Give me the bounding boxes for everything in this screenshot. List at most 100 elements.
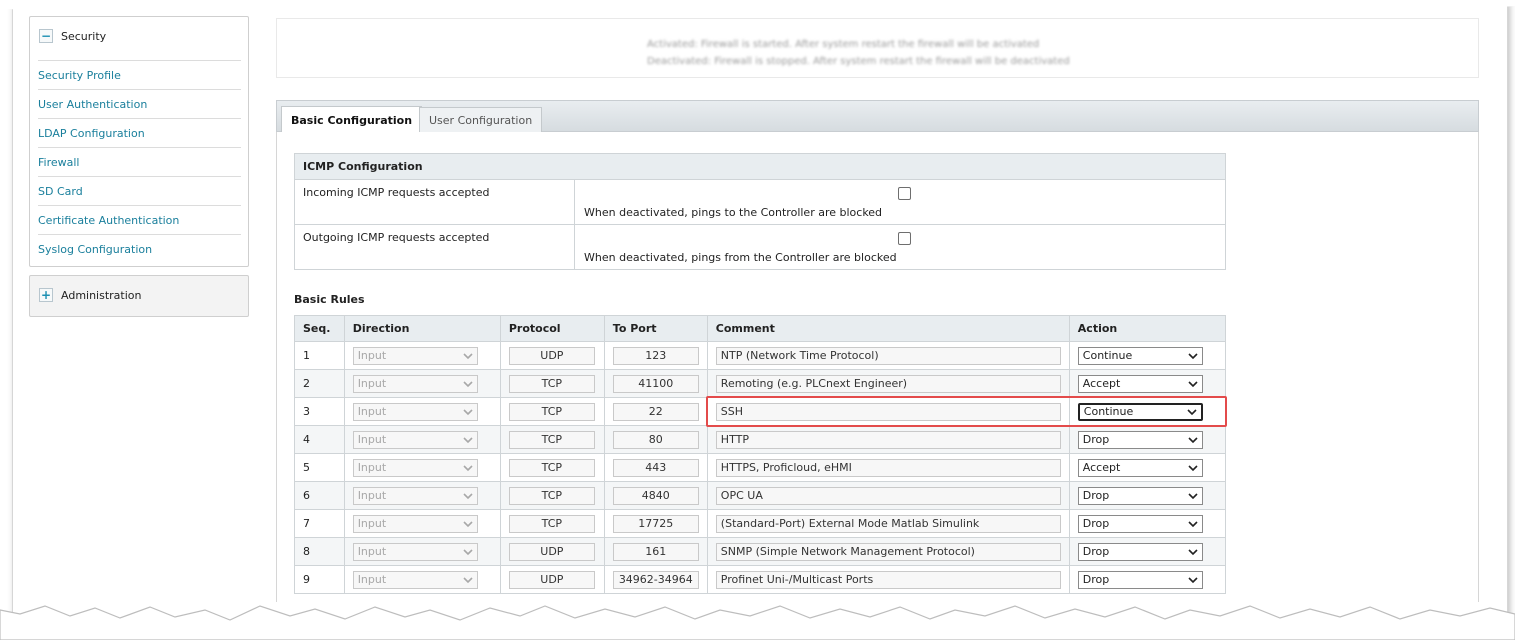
icmp-outgoing-hint: When deactivated, pings from the Control… [584,251,897,264]
nav-item-syslog-configuration[interactable]: Syslog Configuration [38,234,241,263]
tab-user-configuration[interactable]: User Configuration [419,107,543,132]
action-cell: Continue [1068,397,1227,426]
security-panel-header[interactable]: − Security [39,27,106,45]
protocol-cell: TCP [499,453,605,482]
table-row: 5 Input TCP 443 HTTPS, Proficloud, eHMI Accep… [294,453,1227,482]
action-select[interactable]: Drop [1077,542,1203,561]
action-value: Drop [1082,545,1110,558]
action-select[interactable]: Drop [1077,514,1203,533]
column-header-comment: Comment [706,315,1070,342]
chevron-down-icon [1188,492,1198,499]
collapse-icon[interactable]: − [39,29,53,43]
comment-cell: HTTP [706,425,1070,454]
column-header-action: Action [1068,315,1227,342]
icmp-incoming-value: When deactivated, pings to the Controlle… [574,179,1226,225]
port-field: 22 [612,402,699,421]
seq-cell: 7 [294,509,345,538]
info-line-activated: Activated: Firewall is started. After sy… [647,39,1040,50]
direction-select[interactable]: Input [352,346,478,365]
port-field: 161 [612,542,699,561]
direction-cell: Input [343,565,501,594]
icmp-row-outgoing: Outgoing ICMP requests accepted When dea… [294,224,1226,270]
chevron-down-icon [1188,464,1198,471]
torn-bottom-edge [0,605,1515,640]
administration-panel-title: Administration [61,288,142,302]
action-cell: Drop [1068,537,1227,566]
protocol-cell: UDP [499,341,605,370]
comment-cell: OPC UA [706,481,1070,510]
port-field: 4840 [612,486,699,505]
icmp-outgoing-checkbox[interactable] [898,232,911,245]
chevron-down-icon [463,576,473,583]
expand-icon[interactable]: + [39,288,53,302]
protocol-field: TCP [508,402,595,421]
chevron-down-icon [1188,436,1198,443]
table-row: 7 Input TCP 17725 (Standard-Port) External M… [294,509,1227,538]
direction-cell: Input [343,341,501,370]
direction-select[interactable]: Input [352,486,478,505]
seq-cell: 8 [294,537,345,566]
table-row: 1 Input UDP 123 NTP (Network Time Protocol) C… [294,341,1227,370]
protocol-field: TCP [508,514,595,533]
icmp-incoming-label: Incoming ICMP requests accepted [294,179,575,225]
action-value: Accept [1082,461,1121,474]
icmp-configuration-table: ICMP Configuration Incoming ICMP request… [294,153,1226,270]
seq-cell: 4 [294,425,345,454]
nav-item-firewall[interactable]: Firewall [38,147,241,176]
icmp-incoming-hint: When deactivated, pings to the Controlle… [584,206,883,219]
nav-item-security-profile[interactable]: Security Profile [38,60,241,89]
action-select[interactable]: Accept [1077,374,1203,393]
action-select[interactable]: Continue [1077,402,1203,421]
protocol-cell: UDP [499,565,605,594]
comment-field: HTTP [715,430,1061,449]
direction-select[interactable]: Input [352,514,478,533]
direction-select[interactable]: Input [352,402,478,421]
administration-panel: + Administration [29,275,249,317]
protocol-cell: TCP [499,369,605,398]
direction-select[interactable]: Input [352,570,478,589]
protocol-field: UDP [508,542,595,561]
port-cell: 17725 [603,509,708,538]
action-select[interactable]: Drop [1077,570,1203,589]
protocol-field: TCP [508,430,595,449]
nav-item-sd-card[interactable]: SD Card [38,176,241,205]
comment-field: OPC UA [715,486,1061,505]
icmp-row-incoming: Incoming ICMP requests accepted When dea… [294,179,1226,225]
direction-select[interactable]: Input [352,374,478,393]
chevron-down-icon [463,520,473,527]
action-select[interactable]: Drop [1077,486,1203,505]
direction-select[interactable]: Input [352,458,478,477]
icmp-incoming-checkbox[interactable] [898,187,911,200]
action-value: Accept [1082,377,1121,390]
chevron-down-icon [463,436,473,443]
torn-top-edge [0,0,1515,11]
seq-cell: 1 [294,341,345,370]
chevron-down-icon [1188,548,1198,555]
action-cell: Drop [1068,509,1227,538]
chevron-down-icon [1188,576,1198,583]
table-row: 4 Input TCP 80 HTTP Drop [294,425,1227,454]
tab-basic-configuration[interactable]: Basic Configuration [281,106,423,133]
comment-cell: NTP (Network Time Protocol) [706,341,1070,370]
port-cell: 123 [603,341,708,370]
action-cell: Drop [1068,481,1227,510]
action-value: Drop [1082,433,1110,446]
action-select[interactable]: Continue [1077,346,1203,365]
column-header-seq: Seq. [294,315,345,342]
nav-item-ldap-configuration[interactable]: LDAP Configuration [38,118,241,147]
direction-value: Input [357,349,387,362]
action-value: Continue [1082,349,1133,362]
port-field: 41100 [612,374,699,393]
nav-item-user-authentication[interactable]: User Authentication [38,89,241,118]
nav-item-certificate-authentication[interactable]: Certificate Authentication [38,205,241,234]
direction-select[interactable]: Input [352,430,478,449]
administration-panel-header[interactable]: + Administration [39,286,142,304]
direction-select[interactable]: Input [352,542,478,561]
chevron-down-icon [463,380,473,387]
action-select[interactable]: Accept [1077,458,1203,477]
comment-cell: Profinet Uni-/Multicast Ports [706,565,1070,594]
chevron-down-icon [1187,408,1197,415]
seq-cell: 6 [294,481,345,510]
action-value: Drop [1082,517,1110,530]
action-select[interactable]: Drop [1077,430,1203,449]
